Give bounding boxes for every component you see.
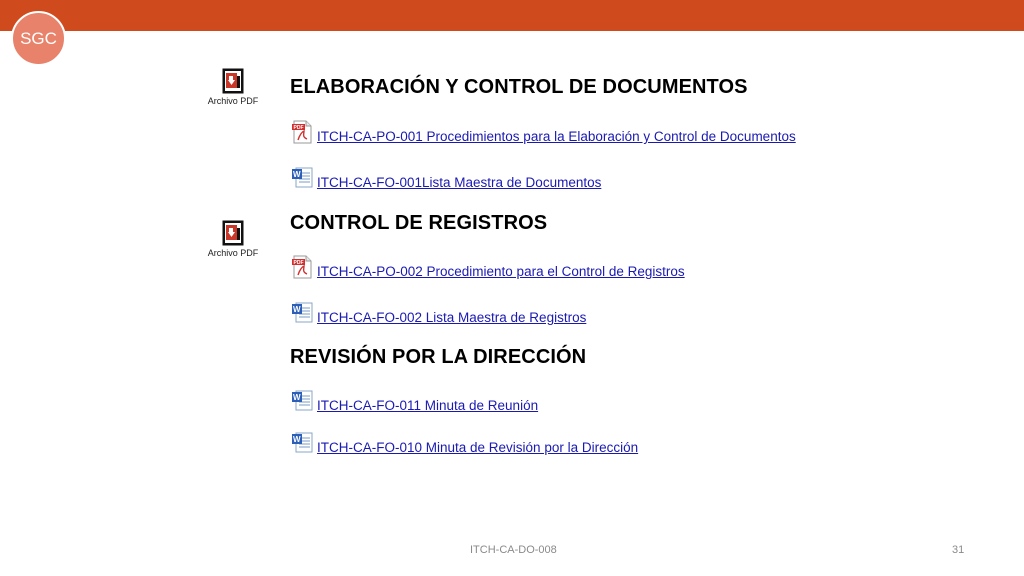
pdf-attachment-1[interactable]: Archivo PDF	[203, 68, 263, 106]
sgc-logo-text: SGC	[20, 28, 57, 48]
link-text: ITCH-CA-PO-001 Procedimientos para la El…	[317, 129, 796, 144]
footer-doc-code: ITCH-CA-DO-008	[470, 544, 557, 556]
link-itch-ca-po-001[interactable]: PDF ITCH-CA-PO-001 Procedimientos para l…	[291, 120, 796, 144]
pdf-attachment-2[interactable]: Archivo PDF	[203, 220, 263, 258]
svg-text:W: W	[293, 170, 301, 179]
link-text: ITCH-CA-FO-011 Minuta de Reunión	[317, 398, 539, 413]
section-heading-elaboracion: ELABORACIÓN Y CONTROL DE DOCUMENTOS	[290, 76, 748, 98]
top-bar	[0, 0, 1024, 31]
pdf-icon: PDF	[292, 120, 312, 144]
link-itch-ca-fo-001[interactable]: W ITCH-CA-FO-001Lista Maestra de Documen…	[291, 166, 601, 190]
svg-text:W: W	[293, 305, 301, 314]
pdf-attachment-icon	[222, 68, 244, 94]
word-icon: W	[292, 167, 313, 188]
svg-text:W: W	[293, 435, 301, 444]
section-heading-control-registros: CONTROL DE REGISTROS	[290, 212, 548, 234]
svg-text:PDF: PDF	[294, 125, 304, 131]
link-itch-ca-fo-002[interactable]: W ITCH-CA-FO-002 Lista Maestra de Regist…	[291, 301, 586, 325]
word-icon: W	[292, 390, 313, 411]
attachment-label: Archivo PDF	[207, 96, 259, 106]
link-itch-ca-fo-010[interactable]: W ITCH-CA-FO-010 Minuta de Revisión por …	[291, 431, 638, 455]
pdf-attachment-icon	[222, 220, 244, 246]
link-text: ITCH-CA-PO-002 Procedimiento para el Con…	[317, 264, 685, 279]
link-itch-ca-fo-011[interactable]: W ITCH-CA-FO-011 Minuta de Reunión	[291, 389, 538, 413]
sgc-logo: SGC	[11, 11, 66, 66]
section-heading-revision-direccion: REVISIÓN POR LA DIRECCIÓN	[290, 346, 587, 368]
svg-text:W: W	[293, 393, 301, 402]
link-itch-ca-po-002[interactable]: PDF ITCH-CA-PO-002 Procedimiento para el…	[291, 255, 685, 279]
word-icon: W	[292, 302, 313, 323]
link-text: ITCH-CA-FO-002 Lista Maestra de Registro…	[317, 310, 587, 325]
slide: SGC Archivo PDF Archivo PDF ELABORACIÓN …	[0, 0, 1024, 576]
word-icon: W	[292, 432, 313, 453]
page-number: 31	[952, 544, 965, 556]
pdf-icon: PDF	[292, 255, 312, 279]
link-text: ITCH-CA-FO-010 Minuta de Revisión por la…	[317, 440, 639, 455]
svg-text:PDF: PDF	[294, 260, 304, 266]
attachment-label: Archivo PDF	[207, 248, 259, 258]
link-text: ITCH-CA-FO-001Lista Maestra de Documento…	[317, 175, 602, 190]
